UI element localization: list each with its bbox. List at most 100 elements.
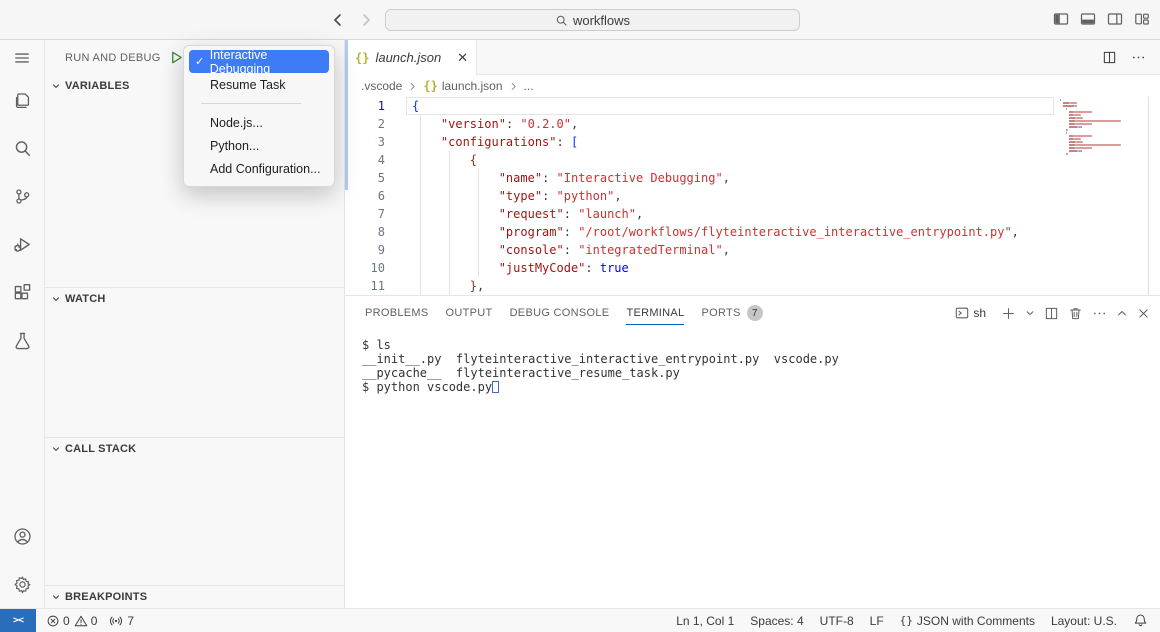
ports-count: 7 — [127, 614, 134, 628]
panel-tab-debug-console[interactable]: DEBUG CONSOLE — [510, 296, 610, 330]
breadcrumb-item-...[interactable]: ... — [524, 79, 534, 93]
activity-bar-item-explorer[interactable] — [0, 76, 44, 124]
panel-tab-terminal[interactable]: TERMINAL — [626, 296, 684, 330]
status-item-ln-1-col-1[interactable]: Ln 1, Col 1 — [676, 614, 734, 628]
layout-sidebar-right-icon[interactable] — [1107, 11, 1123, 27]
menu-item-resume-task[interactable]: ✓Resume Task — [189, 73, 329, 96]
breadcrumb-separator-icon — [508, 81, 519, 92]
line-number[interactable]: 6 — [345, 187, 412, 205]
debug-start-icon[interactable] — [169, 50, 184, 65]
add-icon[interactable] — [1001, 306, 1016, 321]
status-item-lf[interactable]: LF — [870, 614, 884, 628]
customize-layout-icon[interactable] — [1134, 11, 1150, 27]
menu-item-python[interactable]: ✓Python... — [189, 134, 329, 157]
minimap[interactable] — [1060, 99, 1148, 161]
menu-item-add-configuration[interactable]: ✓Add Configuration... — [189, 157, 329, 180]
status-item-json-with-comments[interactable]: {}JSON with Comments — [900, 614, 1035, 628]
close-tab-icon[interactable]: ✕ — [457, 51, 468, 64]
activity-bar-item-extensions[interactable] — [0, 268, 44, 316]
status-item-label: LF — [870, 614, 884, 628]
editor-code[interactable]: 1{2 "version": "0.2.0",3 "configurations… — [345, 97, 1160, 295]
sidebar-editor-sash[interactable] — [345, 40, 348, 190]
activity-bar-item-run-and-debug[interactable] — [0, 220, 44, 268]
line-number[interactable]: 10 — [345, 259, 412, 277]
activity-bar-item-search[interactable] — [0, 124, 44, 172]
forwarded-ports-status[interactable]: 7 — [109, 614, 134, 628]
code-text: { — [412, 151, 477, 169]
files-icon — [13, 91, 32, 110]
line-number[interactable]: 4 — [345, 151, 412, 169]
breadcrumb-item-launch.json[interactable]: {}launch.json — [423, 79, 502, 93]
code-text: "name": "Interactive Debugging", — [412, 169, 730, 187]
activity-bar-item-source-control[interactable] — [0, 172, 44, 220]
section-header-call-stack[interactable]: CALL STACK — [45, 438, 344, 460]
status-item-label: UTF-8 — [820, 614, 854, 628]
activity-bar-item-menu[interactable] — [0, 40, 44, 76]
line-number[interactable]: 2 — [345, 115, 412, 133]
split-panel-icon[interactable] — [1044, 306, 1059, 321]
line-number[interactable]: 9 — [345, 241, 412, 259]
terminal-prompt-icon — [955, 306, 969, 320]
breadcrumb-item-.vscode[interactable]: .vscode — [361, 79, 402, 93]
editor-scrollbar[interactable] — [1148, 97, 1149, 295]
section-breakpoints: BREAKPOINTS — [45, 585, 344, 608]
layout-sidebar-left-icon[interactable] — [1053, 11, 1069, 27]
breadcrumb-label: launch.json — [442, 79, 503, 93]
chevron-down-small-icon — [51, 294, 61, 304]
terminal[interactable]: $ ls__init__.py flyteinteractive_interac… — [345, 330, 1160, 600]
trash-icon[interactable] — [1068, 306, 1083, 321]
problems-status[interactable]: 00 — [46, 614, 97, 628]
chevron-down-small-icon — [51, 444, 61, 454]
more-icon[interactable] — [1092, 306, 1107, 321]
bottom-panel: PROBLEMS OUTPUT DEBUG CONSOLE TERMINAL PORTS… — [345, 295, 1160, 608]
panel-tab-bar: PROBLEMS OUTPUT DEBUG CONSOLE TERMINAL PORTS… — [345, 296, 1160, 330]
panel-tab-ports[interactable]: PORTS7 — [701, 296, 762, 330]
terminal-line: $ python vscode.py — [362, 380, 1160, 394]
activity-bar-item-settings[interactable] — [0, 560, 44, 608]
code-line-5: 5 "name": "Interactive Debugging", — [345, 169, 1160, 187]
chevron-down-icon[interactable] — [1025, 308, 1035, 318]
menu-item-interactive-debugging[interactable]: ✓Interactive Debugging — [189, 50, 329, 73]
code-line-10: 10 "justMyCode": true — [345, 259, 1160, 277]
section-header-breakpoints[interactable]: BREAKPOINTS — [45, 586, 344, 608]
activity-bar-item-accounts[interactable] — [0, 512, 44, 560]
line-number[interactable]: 5 — [345, 169, 412, 187]
tab-launch-json[interactable]: {} launch.json ✕ — [345, 40, 477, 75]
status-item-bell[interactable] — [1133, 613, 1148, 628]
line-number[interactable]: 7 — [345, 205, 412, 223]
close-icon[interactable] — [1137, 307, 1150, 320]
panel-tab-label: OUTPUT — [446, 307, 493, 319]
breadcrumb-separator-icon — [407, 81, 418, 92]
panel-tab-output[interactable]: OUTPUT — [446, 296, 493, 330]
line-number[interactable]: 11 — [345, 277, 412, 295]
split-editor-icon[interactable] — [1102, 50, 1117, 65]
terminal-instance-chip[interactable]: sh — [955, 306, 986, 320]
more-icon[interactable] — [1131, 50, 1146, 65]
activity-bar-item-testing[interactable] — [0, 316, 44, 364]
section-header-watch[interactable]: WATCH — [45, 288, 344, 310]
status-item-layout-u-s-[interactable]: Layout: U.S. — [1051, 614, 1117, 628]
titlebar-layout-actions — [1053, 11, 1150, 27]
code-text: "program": "/root/workflows/flyteinterac… — [412, 223, 1019, 241]
panel-tab-problems[interactable]: PROBLEMS — [365, 296, 429, 330]
chevron-up-icon[interactable] — [1116, 307, 1128, 319]
code-line-11: 11 }, — [345, 277, 1160, 295]
line-number[interactable]: 8 — [345, 223, 412, 241]
menu-item-label: Resume Task — [210, 78, 286, 92]
line-number[interactable]: 1 — [345, 97, 412, 115]
code-text: "justMyCode": true — [412, 259, 629, 277]
line-number[interactable]: 3 — [345, 133, 412, 151]
remote-indicator[interactable]: >< — [0, 609, 36, 632]
menu-icon — [13, 49, 31, 67]
back-arrow-icon[interactable] — [330, 12, 346, 28]
status-item-label: Ln 1, Col 1 — [676, 614, 734, 628]
address-search-field[interactable]: workflows — [385, 9, 800, 31]
editor-tab-bar: {} launch.json ✕ — [345, 40, 1160, 75]
status-item-spaces-4[interactable]: Spaces: 4 — [750, 614, 803, 628]
layout-panel-icon[interactable] — [1080, 11, 1096, 27]
status-item-utf-8[interactable]: UTF-8 — [820, 614, 854, 628]
menu-item-node-js[interactable]: ✓Node.js... — [189, 111, 329, 134]
editor-group: {} launch.json ✕ .vscode {}launch.json...… — [345, 40, 1160, 295]
menu-item-label: Add Configuration... — [210, 162, 321, 176]
panel-tab-label: DEBUG CONSOLE — [510, 307, 610, 319]
